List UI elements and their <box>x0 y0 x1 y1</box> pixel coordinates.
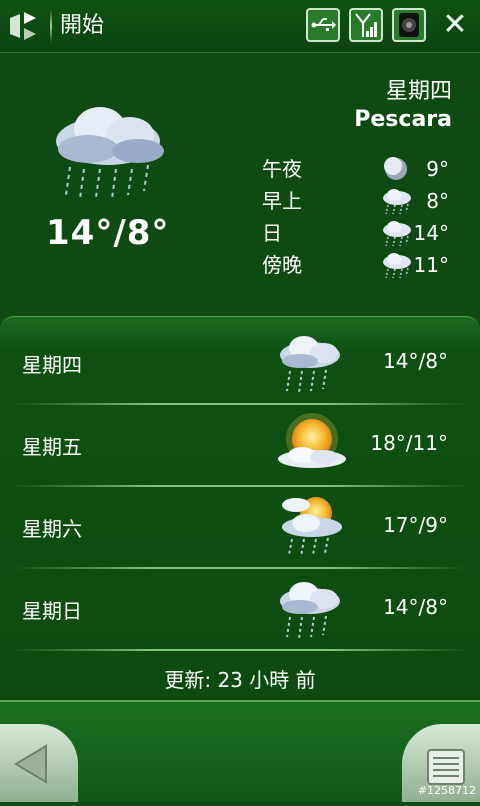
forecast-temp: 17°/9° <box>383 513 448 537</box>
period-temp: 8° <box>426 189 449 213</box>
forecast-row[interactable]: 星期日 14°/8° <box>0 567 480 649</box>
forecast-day: 星期五 <box>22 435 82 459</box>
row-divider <box>14 649 466 651</box>
period-label: 傍晚 <box>262 253 302 277</box>
forecast-day: 星期日 <box>22 599 82 623</box>
sun-cloud-icon <box>278 413 346 468</box>
title-separator <box>50 10 52 42</box>
period-row: 早上 8° <box>262 185 457 217</box>
usb-connection-icon[interactable] <box>306 8 340 42</box>
period-row: 日 14° <box>262 217 457 249</box>
cloud-rain-icon <box>56 107 164 200</box>
period-label: 早上 <box>262 189 302 213</box>
forecast-list: 星期四 14°/8° 星期五 18°/11° 星期六 17°/9° 星期日 14… <box>0 316 480 701</box>
forecast-temp: 18°/11° <box>370 431 448 455</box>
period-temp: 11° <box>413 253 449 277</box>
cloud-rain-small-icon <box>383 221 411 247</box>
period-row: 傍晚 11° <box>262 249 457 281</box>
today-day: 星期四 <box>385 79 452 104</box>
period-temp: 14° <box>413 221 449 245</box>
top-bar: 開始 ✕ <box>0 0 480 53</box>
bottom-bar <box>0 700 480 802</box>
today-temperature: 14°/8° <box>46 213 170 253</box>
forecast-row[interactable]: 星期四 14°/8° <box>0 321 480 403</box>
cloud-rain-small-icon <box>383 253 411 279</box>
forecast-row[interactable]: 星期六 17°/9° <box>0 485 480 567</box>
forecast-day: 星期四 <box>22 353 82 377</box>
forecast-row[interactable]: 星期五 18°/11° <box>0 403 480 485</box>
signal-strength-icon[interactable] <box>349 8 383 42</box>
period-label: 日 <box>262 221 282 245</box>
today-panel: 星期四 Pescara 14°/8° 午夜 9° 早上 8° 日 14° 傍晚 … <box>0 53 480 315</box>
forecast-day: 星期六 <box>22 517 82 541</box>
back-arrow-icon <box>14 744 47 784</box>
moon-icon <box>384 157 407 180</box>
windows-start-icon <box>10 12 36 40</box>
speaker-icon[interactable] <box>392 8 426 42</box>
watermark-text: #1258712 <box>417 784 476 797</box>
city-name: Pescara <box>354 107 452 132</box>
period-temp: 9° <box>426 157 449 181</box>
close-icon[interactable]: ✕ <box>440 6 470 44</box>
start-button[interactable] <box>6 8 52 44</box>
cloud-rain-icon <box>280 336 340 394</box>
app-title: 開始 <box>60 13 105 38</box>
forecast-temp: 14°/8° <box>383 595 448 619</box>
last-updated-label: 更新: 23 小時 前 <box>164 668 316 692</box>
sun-cloud-rain-icon <box>282 497 342 558</box>
cloud-rain-small-icon <box>383 189 411 215</box>
forecast-temp: 14°/8° <box>383 349 448 373</box>
period-label: 午夜 <box>262 157 302 181</box>
back-button[interactable] <box>0 724 78 802</box>
cloud-rain-icon <box>280 582 340 640</box>
period-row: 午夜 9° <box>262 153 457 185</box>
